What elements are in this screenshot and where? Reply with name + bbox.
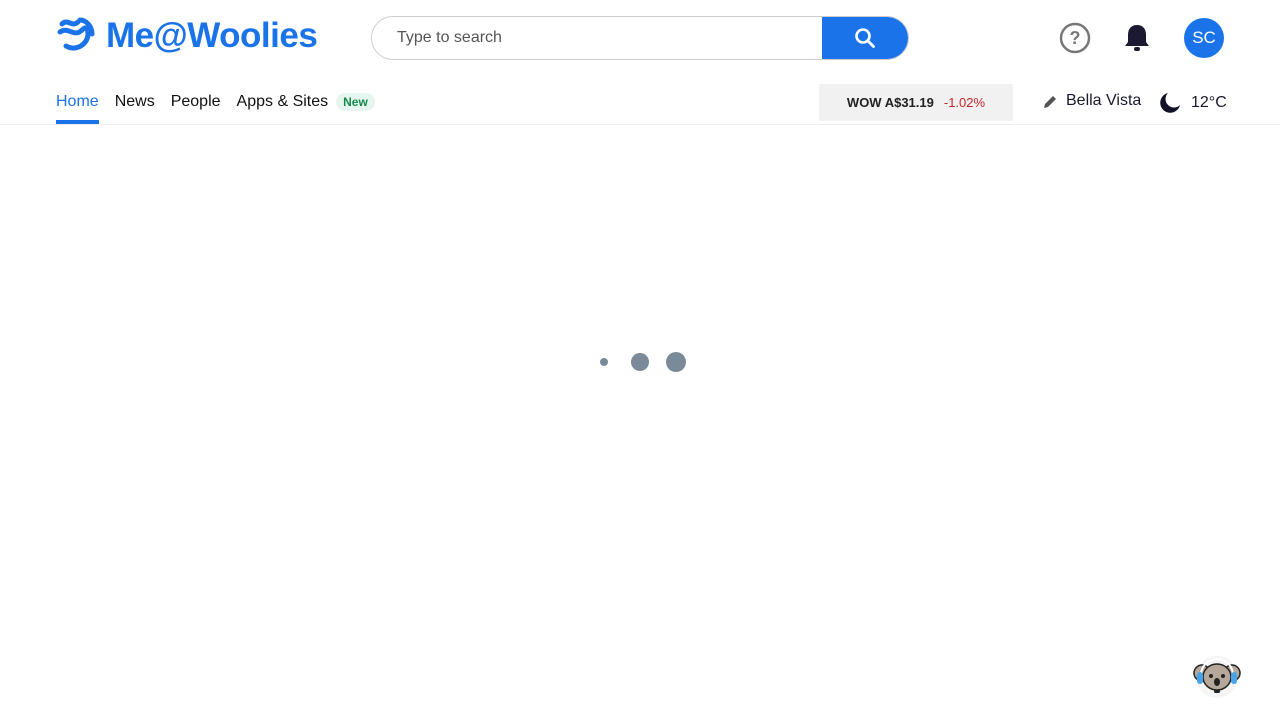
main-nav: Home News People Apps & Sites New <box>56 84 375 124</box>
help-icon[interactable]: ? <box>1059 22 1091 54</box>
loading-dot <box>666 352 686 372</box>
nav-home[interactable]: Home <box>56 84 99 124</box>
loading-indicator <box>598 352 698 372</box>
search-bar <box>371 16 909 60</box>
stock-change: -1.02% <box>943 95 986 110</box>
logo[interactable]: Me@Woolies <box>56 16 318 56</box>
weather: 12°C <box>1159 92 1227 114</box>
svg-text:?: ? <box>1070 28 1081 48</box>
bell-icon[interactable] <box>1122 22 1152 54</box>
location-selector[interactable]: Bella Vista <box>1043 92 1141 110</box>
search-button[interactable] <box>822 17 908 59</box>
moon-icon <box>1160 93 1180 113</box>
pencil-icon <box>1044 95 1056 108</box>
nav-people[interactable]: People <box>171 84 221 120</box>
temperature: 12°C <box>1191 94 1227 111</box>
logo-text: Me@Woolies <box>106 16 318 55</box>
location-label: Bella Vista <box>1066 92 1142 109</box>
avatar[interactable]: SC <box>1184 18 1224 58</box>
koala-chat-assistant-icon[interactable] <box>1190 655 1244 699</box>
loading-dot <box>600 358 608 366</box>
search-icon <box>855 28 875 48</box>
loading-dot <box>631 353 649 371</box>
new-badge: New <box>336 93 375 111</box>
woolies-logo-icon <box>57 17 95 51</box>
nav-apps-sites[interactable]: Apps & Sites <box>237 84 329 120</box>
nav-news[interactable]: News <box>115 84 155 120</box>
search-input[interactable] <box>372 17 822 59</box>
stock-ticker[interactable]: WOW A$31.19 -1.02% <box>819 84 1013 121</box>
header-divider <box>0 124 1280 125</box>
stock-price: WOW A$31.19 <box>846 95 934 110</box>
